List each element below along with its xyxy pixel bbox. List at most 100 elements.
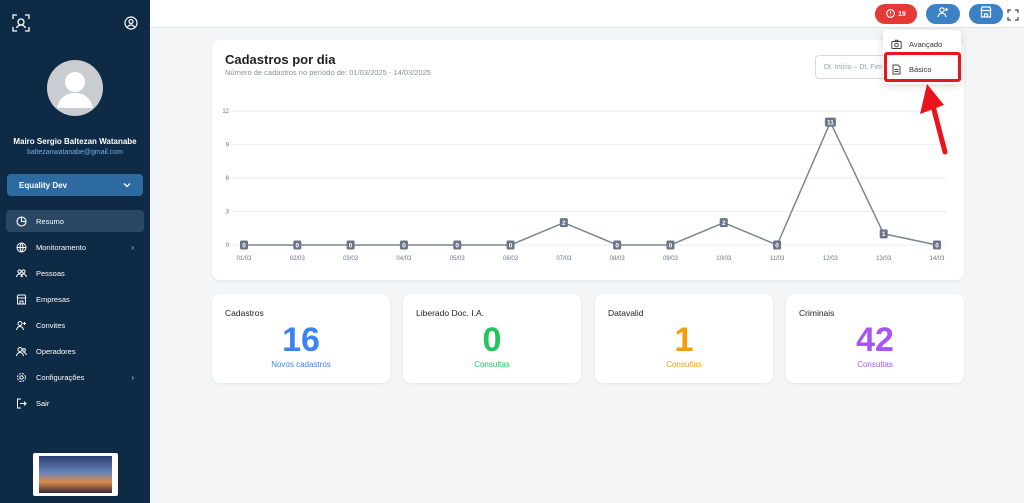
y-tick-label: 3: [226, 210, 230, 216]
stat-title: Cadastros: [225, 308, 264, 318]
people-icon: [16, 268, 27, 279]
line-chart: 03691201/03 02/03 03/03 04/03 05/03 06/03 07/0…: [222, 109, 947, 262]
x-tick-label: 12/03: [823, 256, 839, 262]
data-label: 1: [882, 231, 886, 238]
fullscreen-icon[interactable]: [1007, 8, 1019, 21]
stat-card-criminais: Criminais 42 Consultas: [786, 294, 964, 383]
sidebar-item-configuracoes[interactable]: Configurações ›: [6, 366, 144, 388]
x-tick-label: 09/03: [663, 256, 679, 262]
stat-title: Criminais: [799, 308, 835, 318]
x-tick-label: 14/03: [929, 256, 945, 262]
highlight-box: [884, 52, 961, 82]
stat-value: 16: [282, 321, 320, 359]
stat-value: 42: [856, 321, 894, 359]
user-email: baltezanwatanabe@gmail.com: [27, 149, 123, 156]
chart-card: Cadastros por dia Número de cadastros no…: [212, 40, 964, 280]
face-scan-logo-icon[interactable]: [12, 14, 30, 32]
user-plus-icon: [937, 5, 949, 23]
sidebar-item-empresas[interactable]: Empresas: [6, 288, 144, 310]
stat-value: 0: [482, 321, 502, 359]
sidebar-item-convites[interactable]: Convites: [6, 314, 144, 336]
user-name: Mairo Sergio Baltezan Watanabe: [13, 137, 137, 146]
y-tick-label: 0: [226, 243, 230, 249]
globe-icon: [16, 242, 27, 253]
x-tick-label: 02/03: [290, 256, 306, 262]
stat-card-datavalid: Datavalid 1 Consultas: [595, 294, 773, 383]
stat-card-cadastros: Cadastros 16 Novos cadastros: [212, 294, 390, 383]
sidebar-item-label: Configurações: [36, 372, 85, 382]
x-tick-label: 07/03: [556, 256, 572, 262]
stat-value: 1: [674, 321, 694, 359]
chevron-down-icon: [123, 181, 131, 190]
sidebar-item-label: Sair: [36, 398, 50, 408]
add-user-button[interactable]: [926, 4, 960, 24]
operators-icon: [16, 346, 27, 357]
sidebar-item-label: Empresas: [36, 294, 70, 304]
org-select-label: Equality Dev: [19, 180, 68, 190]
sidebar-nav: Resumo Monitoramento › Pessoas Empresas: [6, 210, 144, 418]
sidebar-item-pessoas[interactable]: Pessoas: [6, 262, 144, 284]
y-tick-label: 9: [226, 143, 230, 149]
data-label: 0: [509, 242, 513, 249]
sunset-image: [39, 456, 112, 493]
stat-subtitle: Consultas: [857, 360, 893, 369]
stat-subtitle: Consultas: [666, 360, 702, 369]
x-tick-label: 06/03: [503, 256, 519, 262]
camera-icon: [891, 39, 902, 50]
alerts-button[interactable]: 19: [875, 4, 917, 24]
x-tick-label: 13/03: [876, 256, 892, 262]
sidebar-item-label: Resumo: [36, 216, 64, 226]
org-select[interactable]: Equality Dev: [7, 174, 143, 196]
sidebar-item-sair[interactable]: Sair: [6, 392, 144, 414]
x-tick-label: 10/03: [716, 256, 732, 262]
chevron-right-icon: ›: [131, 372, 134, 382]
data-label: 0: [455, 242, 459, 249]
chevron-right-icon: ›: [131, 242, 134, 252]
gear-icon: [16, 372, 27, 383]
data-label: 0: [295, 242, 299, 249]
sidebar-item-label: Pessoas: [36, 268, 65, 278]
user-plus-icon: [16, 320, 27, 331]
logout-icon: [16, 398, 27, 409]
data-label: 0: [242, 242, 246, 249]
stat-subtitle: Novos cadastros: [271, 360, 331, 369]
alert-count: 19: [898, 10, 906, 18]
avatar: [47, 60, 103, 116]
x-tick-label: 03/03: [343, 256, 359, 262]
y-tick-label: 12: [222, 109, 229, 115]
data-label: 2: [562, 220, 566, 227]
sidebar: Mairo Sergio Baltezan Watanabe baltezanw…: [0, 0, 150, 503]
store-menu-button[interactable]: [969, 4, 1003, 24]
sidebar-item-operadores[interactable]: Operadores: [6, 340, 144, 362]
x-tick-label: 01/03: [236, 256, 252, 262]
data-label: 0: [349, 242, 353, 249]
sidebar-item-monitoramento[interactable]: Monitoramento ›: [6, 236, 144, 258]
data-label: 0: [615, 242, 619, 249]
x-tick-label: 11/03: [770, 256, 785, 262]
sidebar-item-label: Operadores: [36, 346, 76, 356]
data-label: 11: [827, 119, 834, 126]
stat-title: Liberado Doc. I.A.: [416, 308, 485, 318]
x-tick-label: 05/03: [450, 256, 466, 262]
user-circle-icon[interactable]: [124, 16, 138, 30]
x-tick-label: 08/03: [610, 256, 626, 262]
data-label: 0: [775, 242, 779, 249]
data-label: 2: [722, 220, 726, 227]
stat-card-liberado-doc-ia: Liberado Doc. I.A. 0 Consultas: [403, 294, 581, 383]
sidebar-thumbnail: [33, 453, 118, 496]
sidebar-item-label: Monitoramento: [36, 242, 87, 252]
data-label: 0: [935, 242, 939, 249]
dropdown-item-label: Avançado: [909, 39, 943, 49]
annotation-arrow: [920, 84, 948, 155]
store-icon: [980, 5, 992, 23]
alert-icon: [886, 8, 895, 20]
stat-title: Datavalid: [608, 308, 644, 318]
y-tick-label: 6: [226, 176, 230, 182]
sidebar-item-resumo[interactable]: Resumo: [6, 210, 144, 232]
sidebar-item-label: Convites: [36, 320, 66, 330]
data-label: 0: [669, 242, 673, 249]
pie-chart-icon: [16, 215, 27, 227]
store-icon: [16, 294, 27, 305]
data-label: 0: [402, 242, 406, 249]
x-tick-label: 04/03: [396, 256, 412, 262]
